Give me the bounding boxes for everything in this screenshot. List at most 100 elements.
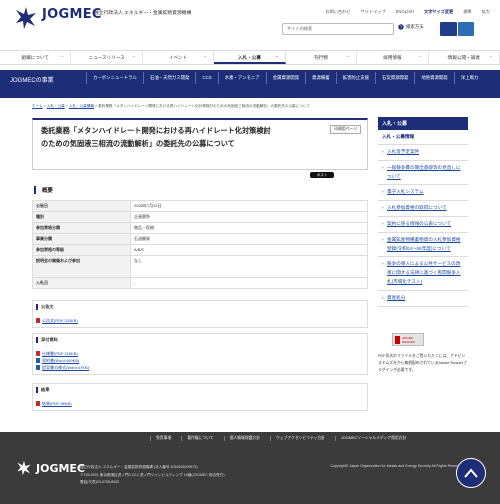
sidebar-item-cost-review[interactable]: 一般競争費の算出基礎等の見直しについて — [378, 161, 468, 186]
overview-key: 事業分類 — [32, 233, 131, 245]
result-pdf-link[interactable]: 結果(PDF:96KB) — [42, 400, 72, 407]
overview-value: A/B/C — [130, 244, 368, 256]
business-item-metals[interactable]: 金属資源開発 — [265, 72, 305, 84]
adobe-reader-banner[interactable]: ADOBE READER — [392, 333, 424, 346]
gnav-item-events[interactable]: イベント — [143, 50, 215, 64]
main-content: 委託業務「メタンハイドレート開発における再ハイドレート化対策検討のための気固液三… — [32, 118, 368, 170]
business-item-offshore-wind[interactable]: 洋上風力 — [453, 72, 485, 84]
business-item-carbon-neutral[interactable]: カーボンニュートラル — [86, 72, 143, 84]
gnav-item-about[interactable]: 組織について — [0, 50, 72, 64]
site-footer: 免責事項 著作権について 個人情報保護方針 ウェブアクセシビリティ方針 JOGM… — [0, 432, 500, 504]
overview-value: 物品・役務 — [130, 222, 368, 234]
table-row: 公告日 2026年7月22日 — [32, 200, 368, 212]
footer-links: 免責事項 著作権について 個人情報保護方針 ウェブアクセシビリティ方針 JOGM… — [150, 436, 411, 441]
sidebar-item-market-test[interactable]: 競争の導入による公共サービスの改革に関する法律に基づく民間競争入札(市場化テスト… — [378, 257, 468, 291]
security-badge — [440, 22, 474, 36]
business-item-stockpile[interactable]: 資源備蓄 — [305, 72, 336, 84]
result-heading: 結果 — [36, 387, 364, 393]
proposal-form-word-link[interactable]: 提案書の様式(Word:47KB) — [42, 364, 89, 371]
util-sitemap-link[interactable]: サイトマップ — [361, 9, 386, 15]
gnav-item-news[interactable]: ニュースリリース — [71, 50, 143, 64]
notice-pdf-link[interactable]: 公告文(PDF:233KB) — [42, 317, 78, 324]
sidebar-item-asset-disposal[interactable]: 資産処分 — [378, 291, 468, 307]
list-item: 仕様書(PDF:218KB) — [36, 350, 364, 357]
overview-value: - — [130, 277, 368, 289]
footer-address-line: 電話(代表)03-6758-8000 — [80, 480, 120, 484]
brand-subtitle: 独立行政法人 エネルギー・金属鉱物資源機構 — [94, 11, 192, 16]
contract-word-link[interactable]: 契約書(Word:469KB) — [42, 357, 79, 364]
breadcrumb-home[interactable]: ホーム — [32, 104, 43, 108]
attachments-heading: 添付資料 — [36, 337, 364, 343]
business-item-coal[interactable]: 石炭資源開発 — [374, 72, 414, 84]
business-nav-title[interactable]: JOGMECの事業 — [10, 75, 54, 84]
global-nav: 組織について ニュースリリース イベント 入札・公募 刊行物 採用情報 情報公開… — [0, 50, 500, 65]
jogmec-logo-icon[interactable] — [14, 6, 38, 30]
search-help-label: 検索方法 — [406, 24, 424, 29]
footer-address: 独立行政法人 エネルギー・金属鉱物資源機構 (法人番号 401040500957… — [80, 464, 225, 487]
overview-value: 2026年7月22日 — [130, 200, 368, 212]
sidebar: 入札・公募 入札・公募情報 入札等予定案件 一般競争費の算出基礎等の見直しについ… — [378, 117, 468, 307]
pdf-icon — [36, 401, 40, 406]
footer-link-accessibility[interactable]: ウェブアクセシビリティ方針 — [270, 436, 330, 441]
business-item-hydrogen[interactable]: 水素・アンモニア — [217, 72, 266, 84]
sidebar-item-qualification[interactable]: 入札参加資格の取得について — [378, 201, 468, 217]
overview-value: 企画競争 — [130, 211, 368, 223]
util-english-link[interactable]: ENGLISH — [396, 9, 414, 15]
question-icon: ? — [398, 24, 404, 30]
overview-key: 公告日 — [32, 200, 131, 212]
spec-pdf-link[interactable]: 仕様書(PDF:218KB) — [42, 350, 78, 357]
util-contact-link[interactable]: お問い合わせ — [325, 9, 350, 15]
adobe-label: ADOBE READER — [402, 335, 415, 344]
overview-heading: 概要 — [34, 186, 53, 194]
table-row: 入札日 - — [32, 277, 368, 289]
sidebar-item-schedule[interactable]: 入札等予定案件 — [378, 145, 468, 161]
search-help-link[interactable]: ? 検索方法 — [398, 24, 424, 30]
table-row: 説明会の開催および参加 なし — [32, 255, 368, 278]
print-button[interactable]: 印刷用ページ — [330, 125, 361, 134]
footer-link-privacy[interactable]: 個人情報保護方針 — [223, 436, 265, 441]
gnav-item-recruit[interactable]: 採用情報 — [357, 50, 429, 64]
result-section: 結果 結果(PDF:96KB) — [32, 383, 368, 411]
font-size-standard[interactable]: 標準 — [463, 9, 471, 15]
list-item: 公告文(PDF:233KB) — [36, 317, 364, 324]
footer-link-disclaimer[interactable]: 免責事項 — [150, 436, 176, 441]
footer-link-copyright[interactable]: 著作権について — [181, 436, 218, 441]
page-title: 委託業務「メタンハイドレート開発における再ハイドレート化対策検討のための気固液三… — [41, 126, 271, 148]
search-input[interactable]: サイト内検索 — [282, 23, 394, 35]
sidebar-item-e-bidding[interactable]: 電子入札システム — [378, 185, 468, 202]
table-row: 事業分類 石油開発 — [32, 233, 368, 245]
tweet-button[interactable]: ポスト — [310, 172, 334, 178]
overview-table: 公告日 2026年7月22日 種別 企画競争 参加資格分類 物品・役務 事業分類 石油開… — [32, 200, 368, 289]
breadcrumb-current: 委託業務「メタンハイドレート開発における再ハイドレート化対策検討のための気固液三… — [98, 104, 310, 108]
pdf-icon — [36, 351, 40, 356]
utility-links: お問い合わせ サイトマップ ENGLISH 文字サイズ変更 標準 拡大 — [325, 9, 490, 15]
overview-key: 参加資格分類 — [32, 222, 131, 234]
overview-key: 種別 — [32, 211, 131, 223]
sidebar-heading[interactable]: 入札・公募 — [378, 117, 468, 130]
adobe-icon — [395, 335, 401, 344]
notice-heading: 公告文 — [36, 304, 364, 310]
business-item-mine-pollution[interactable]: 鉱害防止支援 — [335, 72, 375, 84]
business-item-ccs[interactable]: CCS — [195, 72, 217, 84]
sidebar-subheading[interactable]: 入札・公募情報 — [378, 130, 468, 145]
breadcrumb-bidding-info[interactable]: 入札・公募情報 — [69, 104, 94, 108]
gnav-item-publications[interactable]: 刊行物 — [286, 50, 358, 64]
brand-name[interactable]: JOGMEC — [42, 7, 102, 22]
pdf-icon — [36, 318, 40, 323]
breadcrumb-bidding[interactable]: 入札・公募 — [47, 104, 65, 108]
gnav-item-disclosure[interactable]: 情報公開・調達 — [429, 50, 500, 64]
notice-section: 公告文 公告文(PDF:233KB) — [32, 300, 368, 328]
overview-key: 入札日 — [32, 277, 131, 289]
overview-value: 石油開発 — [130, 233, 368, 245]
table-row: 参加資格の等級 A/B/C — [32, 244, 368, 256]
back-to-top-button[interactable] — [456, 458, 486, 488]
footer-link-social-policy[interactable]: JOGMECソーシャルメディア運用方針 — [334, 436, 411, 441]
sidebar-item-stockpile-registration[interactable]: 金属鉱産物備蓄物資の入札参加資格登録(令和04～06年度)について — [378, 233, 468, 258]
footer-address-line: 〒105-0001 東京都港区虎ノ門2-10-1 虎ノ門ツインビルディング 16… — [80, 472, 225, 477]
gnav-item-bidding[interactable]: 入札・公募 — [214, 50, 286, 64]
business-item-geothermal[interactable]: 地熱資源開発 — [414, 72, 453, 84]
sidebar-item-contract-disclosure[interactable]: 契約に係る情報の公表について — [378, 217, 468, 233]
business-item-oil-gas[interactable]: 石油・天然ガス開発 — [142, 72, 196, 84]
breadcrumb: ホーム > 入札・公募 > 入札・公募情報 > 委託業務「メタンハイドレート開発… — [32, 104, 310, 108]
font-size-large[interactable]: 拡大 — [482, 9, 490, 15]
